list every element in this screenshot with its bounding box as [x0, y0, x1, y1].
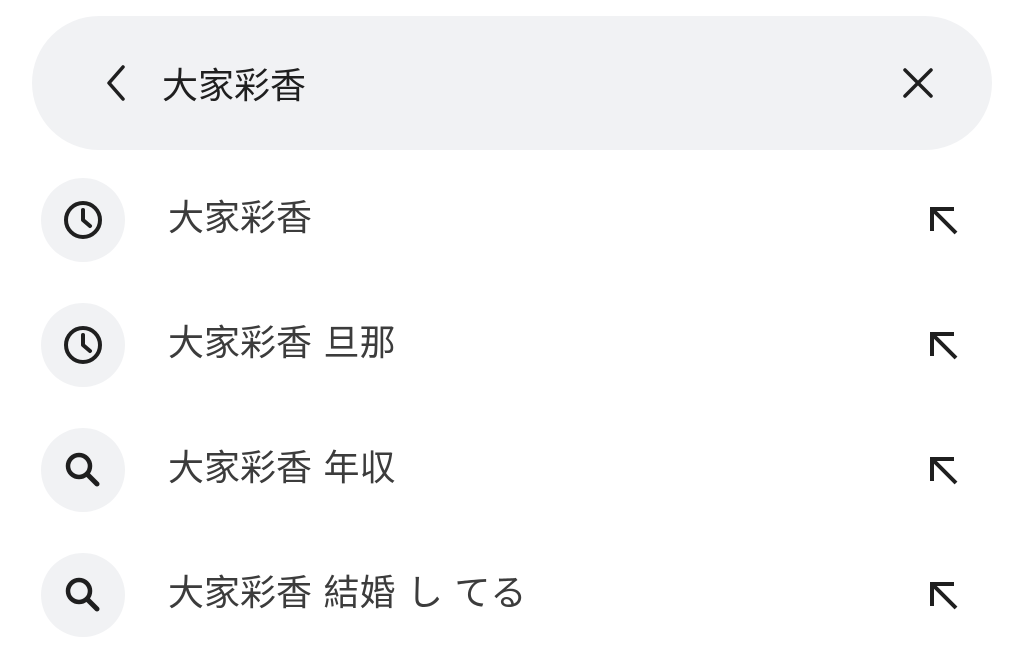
search-bar	[32, 16, 992, 150]
search-icon-container	[41, 553, 125, 637]
fill-query-button[interactable]	[918, 195, 970, 247]
suggestion-item[interactable]: 大家彩香	[0, 157, 1024, 282]
suggestion-text: 大家彩香 旦那	[168, 323, 396, 364]
search-input[interactable]	[162, 56, 862, 110]
arrow-up-left-icon	[930, 582, 958, 610]
close-icon	[903, 68, 933, 98]
arrow-up-left-icon	[930, 457, 958, 485]
search-icon	[65, 577, 100, 612]
search-icon-container	[41, 428, 125, 512]
fill-query-button[interactable]	[918, 445, 970, 497]
arrow-up-left-icon	[930, 332, 958, 360]
history-icon-container	[41, 178, 125, 262]
history-icon	[64, 201, 102, 239]
history-icon	[64, 326, 102, 364]
suggestion-item[interactable]: 大家彩香 結婚 し てる	[0, 532, 1024, 657]
history-icon-container	[41, 303, 125, 387]
suggestion-item[interactable]: 大家彩香 年収	[0, 407, 1024, 532]
clear-button[interactable]	[894, 59, 942, 107]
suggestion-text: 大家彩香 年収	[168, 448, 396, 489]
suggestion-list: 大家彩香 大家彩香 旦那 大家彩香 年収 大家彩香 結婚 し てる	[0, 157, 1024, 657]
back-button[interactable]	[92, 59, 140, 107]
chevron-left-icon	[107, 65, 125, 101]
fill-query-button[interactable]	[918, 320, 970, 372]
fill-query-button[interactable]	[918, 570, 970, 622]
suggestion-text: 大家彩香 結婚 し てる	[168, 573, 527, 614]
arrow-up-left-icon	[930, 207, 958, 235]
suggestion-text: 大家彩香	[168, 198, 313, 239]
search-icon	[65, 452, 100, 487]
suggestion-item[interactable]: 大家彩香 旦那	[0, 282, 1024, 407]
